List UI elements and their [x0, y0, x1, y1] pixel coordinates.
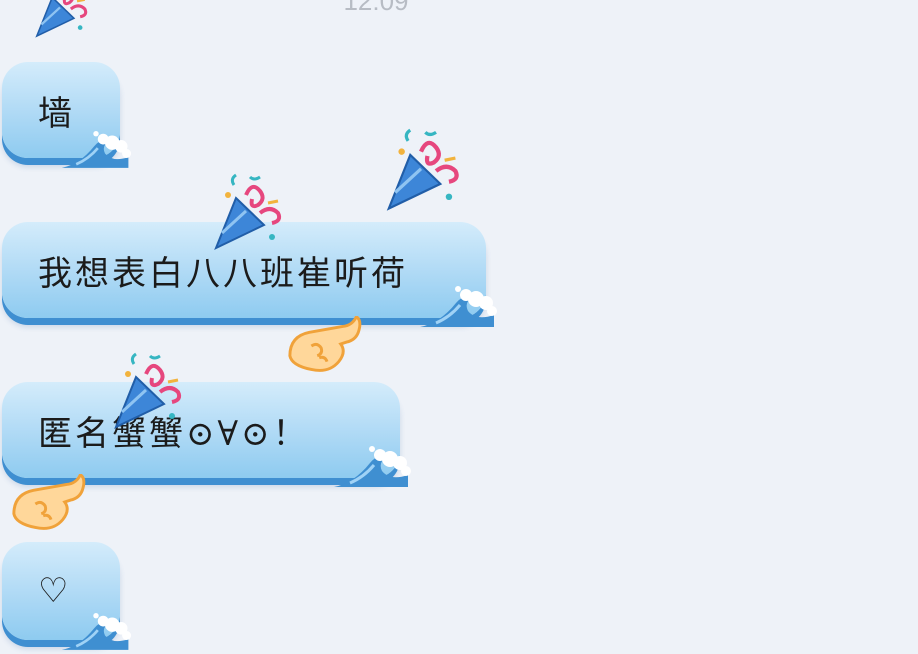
message-bubble[interactable]: 墙 — [2, 62, 120, 158]
pointing-hand-icon — [8, 474, 96, 534]
wave-icon — [60, 126, 132, 172]
message-bubble[interactable]: 匿名蟹蟹⊙∀⊙！ — [2, 382, 400, 478]
wave-icon — [332, 440, 412, 492]
pointing-hand-icon — [284, 316, 372, 376]
party-popper-icon — [104, 352, 188, 432]
party-popper-icon — [206, 170, 286, 256]
party-popper-icon — [378, 128, 464, 214]
timestamp: 12:09 — [343, 0, 409, 16]
message-bubble[interactable]: ♡ — [2, 542, 120, 640]
message-text: ♡ — [38, 571, 72, 611]
wave-icon — [60, 608, 132, 654]
wave-icon — [418, 280, 498, 332]
party-popper-icon — [22, 0, 98, 40]
